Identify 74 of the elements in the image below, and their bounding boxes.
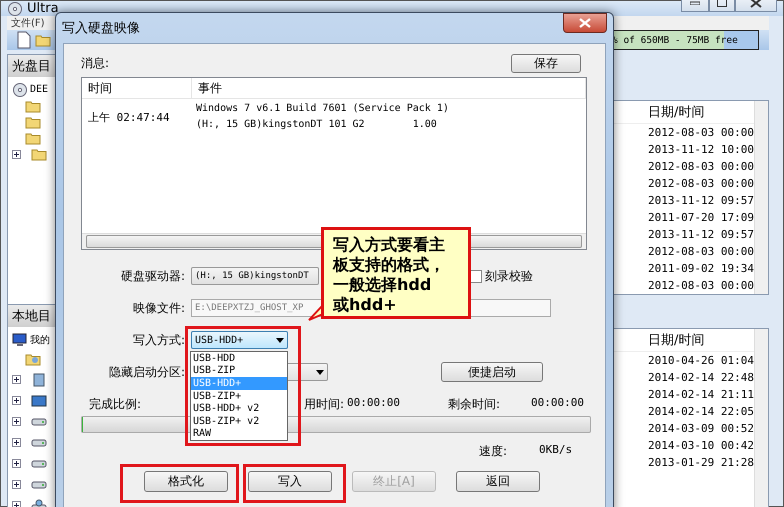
close-icon	[579, 18, 591, 28]
panel-title: 光盘目	[12, 58, 51, 75]
table-cell-text: 2012-08-03 00:00	[647, 176, 754, 192]
tree-item[interactable]: 我的	[30, 332, 50, 346]
drive-select[interactable]: (H:, 15 GB)kingstonDT	[191, 267, 319, 285]
menu-item[interactable]: 文件(F)	[11, 16, 45, 30]
table-cell-text: 2013-11-12 09:57	[647, 193, 754, 209]
caret-icon	[276, 338, 284, 342]
column-header: 事件	[192, 78, 586, 98]
checkbox-label: 刻录校验	[485, 268, 533, 284]
close-icon	[750, 0, 762, 8]
expand-icon[interactable]	[12, 480, 21, 489]
table-cell-text: 2014-02-14 21:11	[647, 387, 754, 403]
expand-icon[interactable]	[12, 150, 21, 158]
progress-label: 完成比例:	[89, 396, 142, 413]
log-time: 上午 02:47:44	[88, 110, 170, 124]
table-cell-text: 2011-07-20 17:09	[647, 210, 754, 226]
folder-icon	[31, 147, 47, 161]
expand-icon[interactable]	[12, 459, 21, 468]
expand-icon[interactable]	[12, 375, 21, 384]
save-button[interactable]: 保存	[511, 54, 581, 73]
dialog-button[interactable]: 格式化	[144, 471, 228, 492]
table-cell-text: 2013-01-29 21:28	[647, 455, 754, 471]
caret-icon	[316, 370, 324, 374]
expand-icon[interactable]	[12, 438, 21, 447]
speed-label: 速度:	[479, 443, 508, 460]
expand-icon[interactable]	[12, 417, 21, 426]
desktop-icon	[31, 394, 47, 408]
elapsed-label: 用时间:	[304, 396, 344, 413]
window-title: Ultra	[27, 1, 59, 16]
quick-boot-button[interactable]: 便捷启动	[441, 362, 543, 382]
table-cell-text: 2012-08-03 00:00	[647, 278, 754, 294]
field-label: 写入方式:	[132, 332, 185, 348]
tree-item[interactable]: DEE	[30, 84, 48, 95]
table-cell-text: 2012-08-03 00:00	[647, 244, 754, 260]
new-file-icon[interactable]	[17, 31, 31, 49]
speed-value: 0KB/s	[539, 443, 572, 456]
panel-title: 本地目	[12, 308, 51, 325]
remaining-value: 00:00:00	[531, 396, 584, 409]
table-cell-text: 2011-09-02 19:34	[647, 261, 754, 277]
folder-icon	[25, 131, 41, 145]
callout-text: 写入方式要看主板支持的格式，一般选择hdd或hdd+	[333, 235, 445, 315]
close-button[interactable]	[563, 13, 607, 33]
documents-icon	[25, 352, 41, 366]
table-cell-text: 2010-04-26 01:04	[647, 353, 754, 369]
field-label: 硬盘驱动器:	[120, 268, 185, 284]
table-cell-text: 2014-02-14 22:05	[647, 404, 754, 420]
table-cell-text: 2012-08-03 00:00	[647, 125, 754, 141]
computer-icon	[12, 332, 28, 346]
folder-icon	[25, 99, 41, 113]
disc-icon	[12, 82, 28, 96]
table-cell-text: 2013-11-12 10:00	[647, 142, 754, 158]
log-event: Windows 7 v6.1 Build 7601 (Service Pack 1)	[196, 102, 450, 116]
expand-icon[interactable]	[12, 396, 21, 405]
dialog-button[interactable]: 返回	[456, 471, 540, 492]
table-cell-text: 2012-08-03 00:00	[647, 159, 754, 175]
elapsed-value: 00:00:00	[347, 396, 400, 409]
table-cell-text: 2014-03-09 00:52	[647, 421, 754, 437]
table-cell-text: 2013-11-12 09:57	[647, 227, 754, 243]
minimize-icon	[690, 0, 700, 4]
remaining-label: 剩余时间:	[448, 396, 500, 413]
table-cell-text: 2014-03-10 00:42	[647, 438, 754, 454]
log-event: (H:, 15 GB)kingstonDT 101 G2 1.00	[196, 118, 438, 132]
write-method-select[interactable]: USB-HDD+	[191, 331, 288, 349]
messages-label: 消息:	[81, 55, 110, 72]
field-label: 映像文件:	[132, 300, 185, 316]
column-header: 时间	[82, 78, 192, 98]
cabinet-icon	[31, 372, 47, 386]
table-cell-text: 2014-02-14 22:48	[647, 370, 754, 386]
field-label: 隐藏启动分区:	[108, 364, 185, 380]
restore-icon	[717, 0, 727, 7]
dialog-title: 写入硬盘映像	[62, 20, 140, 37]
folder-icon	[25, 115, 41, 129]
dialog-button[interactable]: 写入	[248, 471, 332, 492]
